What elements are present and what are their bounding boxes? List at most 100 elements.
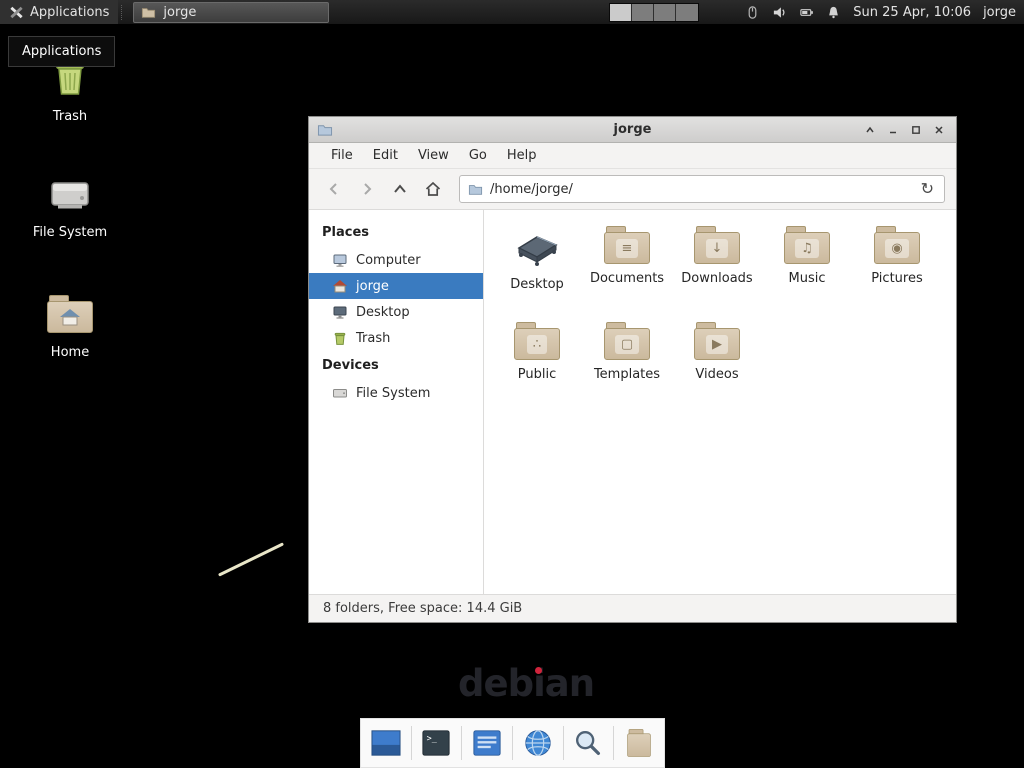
- drive-icon: [28, 170, 112, 218]
- top-panel: Applications jorge: [0, 0, 1024, 25]
- application-finder-icon[interactable]: [571, 726, 605, 760]
- folder-icon: ≡: [603, 224, 651, 266]
- close-button[interactable]: [931, 122, 947, 138]
- sidebar-places-header: Places: [309, 218, 483, 247]
- public-emblem-icon: ∴: [527, 335, 547, 354]
- folder-icon: ▢: [603, 320, 651, 362]
- drive-icon: [332, 385, 348, 401]
- volume-icon[interactable]: [772, 5, 787, 20]
- power-icon[interactable]: [799, 5, 814, 20]
- folder-item-documents[interactable]: ≡ Documents: [582, 224, 672, 320]
- shade-button[interactable]: [862, 122, 878, 138]
- menu-go[interactable]: Go: [459, 145, 497, 166]
- menu-file[interactable]: File: [321, 145, 363, 166]
- reload-icon[interactable]: ↻: [919, 181, 936, 197]
- desktop-icon-file-system[interactable]: File System: [28, 170, 112, 240]
- workspace-2[interactable]: [632, 4, 654, 21]
- forward-button[interactable]: [353, 176, 381, 202]
- path-folder-icon: [468, 182, 483, 196]
- workspace-4[interactable]: [676, 4, 698, 21]
- computer-icon: [332, 252, 348, 268]
- file-grid: Desktop ≡ Documents ↓ Downloads: [484, 210, 956, 594]
- system-tray: [745, 5, 841, 20]
- menu-help[interactable]: Help: [497, 145, 547, 166]
- path-text: /home/jorge/: [490, 182, 573, 197]
- applications-menu-label: Applications: [30, 5, 109, 20]
- menubar: File Edit View Go Help: [309, 143, 956, 169]
- minimize-button[interactable]: [885, 122, 901, 138]
- status-text: 8 folders, Free space: 14.4 GiB: [323, 601, 522, 616]
- folder-label: Videos: [695, 367, 738, 382]
- statusbar: 8 folders, Free space: 14.4 GiB: [309, 594, 956, 622]
- home-icon: [332, 278, 348, 294]
- folder-item-pictures[interactable]: ◉ Pictures: [852, 224, 942, 320]
- dock-separator: [411, 726, 412, 760]
- folder-label: Music: [789, 271, 826, 286]
- panel-user-menu[interactable]: jorge: [983, 5, 1016, 20]
- menu-view[interactable]: View: [408, 145, 459, 166]
- folder-label: Documents: [590, 271, 664, 286]
- applications-menu-button[interactable]: Applications: [0, 0, 118, 24]
- toolbar: /home/jorge/ ↻: [309, 169, 956, 210]
- sidebar-item-desktop[interactable]: Desktop: [309, 299, 483, 325]
- menu-edit[interactable]: Edit: [363, 145, 408, 166]
- taskbar-folder-icon: [141, 5, 156, 19]
- workspace-3[interactable]: [654, 4, 676, 21]
- stray-line-artifact: [218, 542, 284, 576]
- window-folder-icon: [317, 122, 333, 137]
- videos-emblem-icon: ▶: [706, 335, 728, 354]
- templates-emblem-icon: ▢: [615, 335, 639, 354]
- desktop-icon-label: File System: [28, 225, 112, 240]
- desktop-icon-label: Trash: [28, 109, 112, 124]
- folder-icon: ♫: [783, 224, 831, 266]
- desktop-icon-label: Home: [28, 345, 112, 360]
- panel-clock[interactable]: Sun 25 Apr, 10:06: [853, 5, 971, 20]
- sidebar-item-label: Computer: [356, 253, 421, 268]
- downloads-emblem-icon: ↓: [706, 239, 729, 258]
- folder-item-templates[interactable]: ▢ Templates: [582, 320, 672, 416]
- taskbar-window-label: jorge: [163, 5, 196, 20]
- up-button[interactable]: [386, 176, 414, 202]
- svg-text:>_: >_: [427, 733, 438, 743]
- folder-item-desktop[interactable]: Desktop: [492, 224, 582, 320]
- folder-item-music[interactable]: ♫ Music: [762, 224, 852, 320]
- trash-icon: [332, 330, 348, 346]
- sidebar-item-file-system[interactable]: File System: [309, 380, 483, 406]
- applications-tooltip: Applications: [8, 36, 115, 67]
- desktop-icon-home[interactable]: Home: [28, 290, 112, 360]
- mouse-icon[interactable]: [745, 5, 760, 20]
- folder-icon: ▶: [693, 320, 741, 362]
- sidebar-item-label: Trash: [356, 331, 390, 346]
- maximize-button[interactable]: [908, 122, 924, 138]
- pictures-emblem-icon: ◉: [885, 239, 908, 258]
- notifications-bell-icon[interactable]: [826, 5, 841, 20]
- dock-separator: [613, 726, 614, 760]
- documents-emblem-icon: ≡: [616, 239, 639, 258]
- file-manager-icon[interactable]: [622, 726, 656, 760]
- folder-item-videos[interactable]: ▶ Videos: [672, 320, 762, 416]
- music-emblem-icon: ♫: [795, 239, 819, 258]
- sidebar-item-trash[interactable]: Trash: [309, 325, 483, 351]
- folder-icon: ∴: [513, 320, 561, 362]
- folder-item-downloads[interactable]: ↓ Downloads: [672, 224, 762, 320]
- home-button[interactable]: [419, 176, 447, 202]
- sidebar-item-computer[interactable]: Computer: [309, 247, 483, 273]
- sidebar-item-jorge[interactable]: jorge: [309, 273, 483, 299]
- workspace-1[interactable]: [610, 4, 632, 21]
- location-bar[interactable]: /home/jorge/ ↻: [459, 175, 945, 203]
- house-emblem-icon: [59, 308, 81, 326]
- terminal-icon[interactable]: >_: [419, 726, 453, 760]
- taskbar-window-button[interactable]: jorge: [133, 2, 329, 23]
- back-button[interactable]: [320, 176, 348, 202]
- window-titlebar[interactable]: jorge: [309, 117, 956, 143]
- show-desktop-icon[interactable]: [369, 726, 403, 760]
- sidebar-item-label: File System: [356, 386, 430, 401]
- file-manager-settings-icon[interactable]: [470, 726, 504, 760]
- folder-label: Downloads: [681, 271, 752, 286]
- dock-separator: [461, 726, 462, 760]
- folder-item-public[interactable]: ∴ Public: [492, 320, 582, 416]
- debian-logo: debian: [458, 662, 594, 705]
- home-folder-icon: [28, 290, 112, 338]
- web-browser-icon[interactable]: [521, 726, 555, 760]
- panel-handle: [121, 5, 126, 20]
